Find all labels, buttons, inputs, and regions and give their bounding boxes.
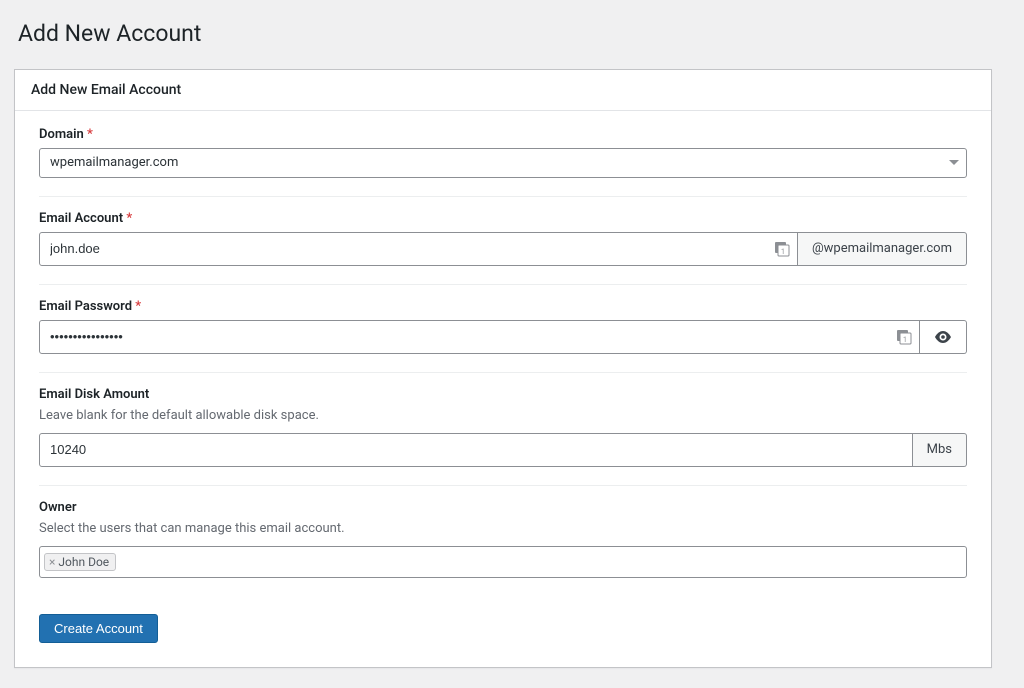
field-email-account: Email Account * 1 @wpemailmanager.com (39, 197, 967, 285)
owner-tag: × John Doe (44, 553, 116, 571)
eye-icon (934, 331, 952, 343)
email-account-label: Email Account * (39, 211, 967, 226)
panel-header: Add New Email Account (15, 70, 991, 111)
disk-amount-help: Leave blank for the default allowable di… (39, 408, 967, 423)
email-password-label-text: Email Password (39, 299, 132, 314)
remove-tag-button[interactable]: × (49, 556, 55, 568)
field-owner: Owner Select the users that can manage t… (39, 486, 967, 596)
form-panel: Add New Email Account Domain * wpemailma… (14, 69, 992, 668)
email-account-label-text: Email Account (39, 211, 123, 226)
owner-label: Owner (39, 500, 967, 515)
required-indicator: * (126, 211, 132, 226)
email-account-input[interactable] (39, 232, 798, 266)
domain-select-value: wpemailmanager.com (50, 149, 178, 177)
owner-help: Select the users that can manage this em… (39, 521, 967, 536)
field-email-password: Email Password * 1 (39, 285, 967, 373)
disk-amount-input[interactable] (39, 433, 913, 467)
required-indicator: * (135, 299, 141, 314)
email-password-label: Email Password * (39, 299, 967, 314)
field-domain: Domain * wpemailmanager.com (39, 127, 967, 197)
domain-select[interactable]: wpemailmanager.com (39, 148, 967, 178)
domain-label: Domain * (39, 127, 967, 142)
toggle-password-visibility-button[interactable] (920, 320, 967, 354)
email-domain-suffix: @wpemailmanager.com (798, 232, 967, 266)
domain-label-text: Domain (39, 127, 84, 142)
owner-select[interactable]: × John Doe (39, 546, 967, 578)
required-indicator: * (87, 127, 93, 142)
owner-tag-label: John Doe (58, 555, 109, 569)
disk-amount-label: Email Disk Amount (39, 387, 967, 402)
page-title: Add New Account (2, 10, 1004, 53)
disk-amount-unit: Mbs (913, 433, 967, 467)
create-account-button[interactable]: Create Account (39, 614, 158, 643)
field-disk-amount: Email Disk Amount Leave blank for the de… (39, 373, 967, 486)
email-password-input[interactable] (39, 320, 920, 354)
